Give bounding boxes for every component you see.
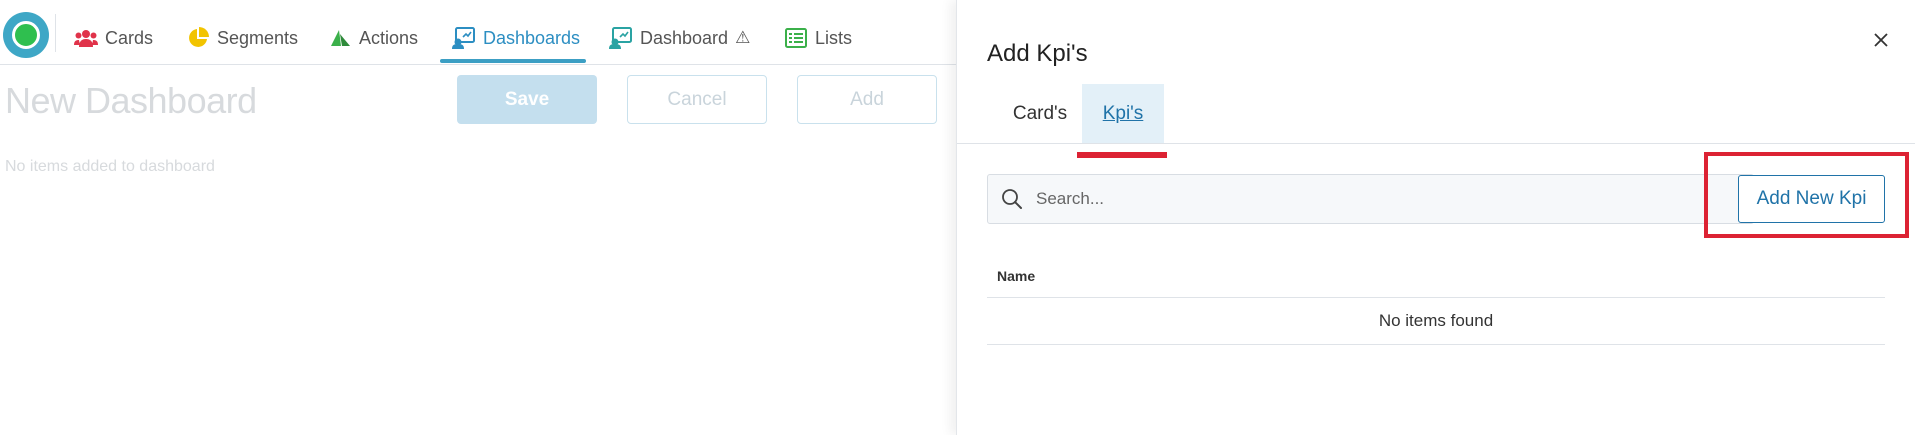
search-input[interactable]	[1036, 189, 1716, 209]
nav-label-lists: Lists	[815, 27, 853, 48]
sail-icon	[328, 26, 352, 50]
panel-title: Add Kpi's	[987, 40, 1088, 67]
nav-item-cards[interactable]: Cards	[74, 26, 153, 50]
nav-divider	[55, 14, 56, 52]
tabs-divider	[957, 143, 1915, 144]
cancel-button[interactable]: Cancel	[627, 75, 767, 124]
app-logo[interactable]	[3, 12, 49, 58]
nav-label-dashboards: Dashboards	[483, 27, 581, 48]
search-box	[987, 174, 1754, 224]
nav-item-dashboard-warning[interactable]: Dashboard ⚠	[609, 26, 750, 50]
nav-item-actions[interactable]: Actions	[328, 26, 418, 50]
nav-label-actions: Actions	[359, 27, 419, 48]
close-icon[interactable]	[1871, 30, 1891, 50]
main-app: Cards Segments Actions Dashboards Dashbo…	[0, 0, 956, 435]
active-tab-indicator	[440, 59, 586, 63]
add-button[interactable]: Add	[797, 75, 937, 124]
page-title: New Dashboard	[5, 80, 257, 121]
pie-chart-icon	[186, 26, 210, 50]
users-icon	[74, 26, 98, 50]
table-row-divider	[987, 344, 1885, 345]
add-kpis-panel: Add Kpi's Card's Kpi's Add New Kpi Name …	[956, 0, 1915, 435]
nav-label-dashboard: Dashboard	[640, 27, 729, 48]
nav-item-segments[interactable]: Segments	[186, 26, 298, 50]
tab-kpis[interactable]: Kpi's	[1082, 84, 1164, 144]
save-button[interactable]: Save	[457, 75, 597, 124]
highlight-underline	[1077, 152, 1167, 158]
add-new-kpi-button[interactable]: Add New Kpi	[1738, 175, 1885, 223]
nav-label-segments: Segments	[217, 27, 299, 48]
dashboard-icon	[452, 26, 476, 50]
logo-inner-circle	[12, 21, 40, 49]
no-items-message: No items found	[1378, 311, 1494, 330]
table-header-divider	[987, 297, 1885, 298]
nav-item-dashboards[interactable]: Dashboards	[452, 26, 580, 50]
warning-icon: ⚠	[735, 28, 751, 47]
empty-dashboard-message: No items added to dashboard	[5, 158, 215, 175]
nav-item-lists[interactable]: Lists	[784, 26, 852, 50]
tab-cards[interactable]: Card's	[997, 84, 1083, 144]
nav-label-cards: Cards	[105, 27, 154, 48]
list-icon	[784, 26, 808, 50]
top-navigation: Cards Segments Actions Dashboards Dashbo…	[0, 0, 956, 65]
column-header-name[interactable]: Name	[997, 268, 1035, 284]
search-icon	[1000, 187, 1024, 211]
dashboard-icon	[609, 26, 633, 50]
